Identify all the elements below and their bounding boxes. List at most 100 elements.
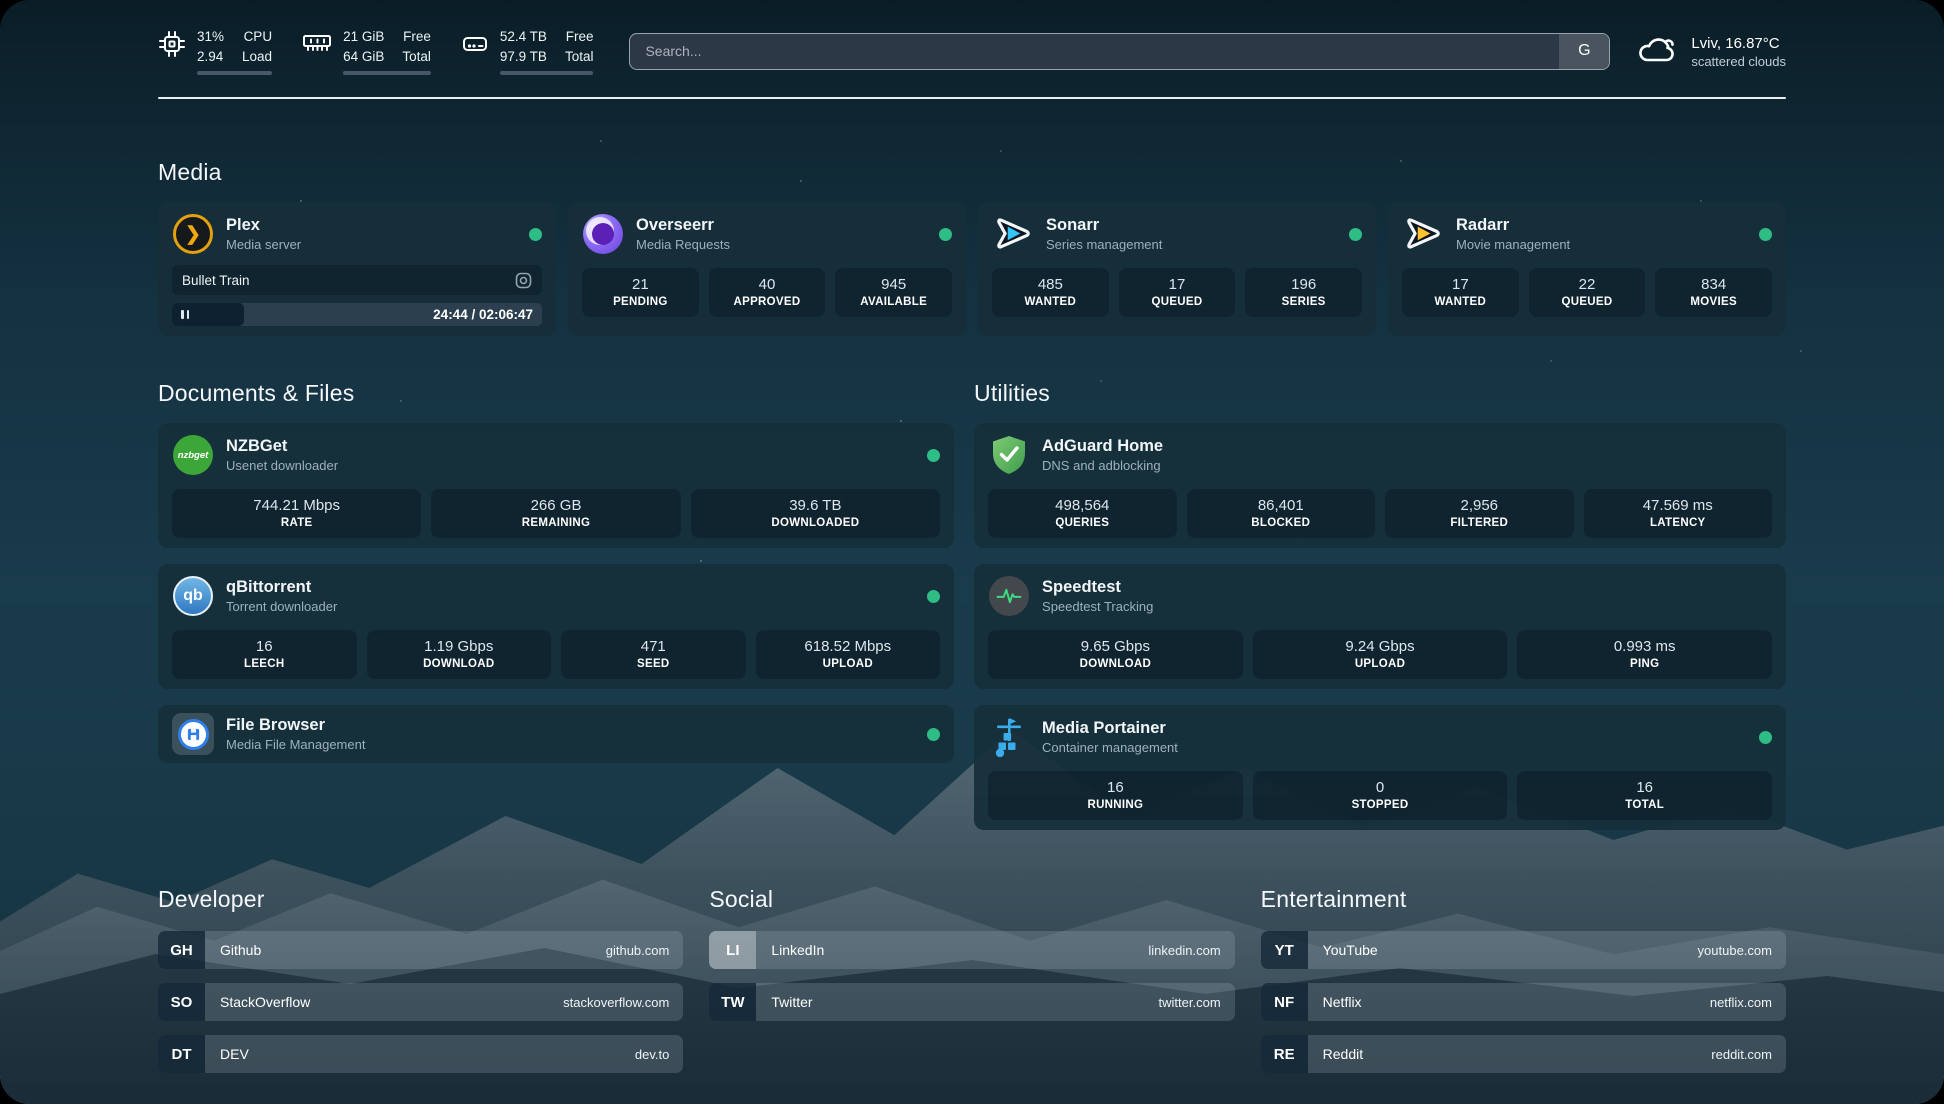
service-card-filebrowser[interactable]: File Browser Media File Management (158, 705, 954, 763)
dashboard-page: 31% CPU 2.94 Load 21 GiB Free (0, 0, 1944, 1104)
bookmark-abbr: NF (1261, 983, 1308, 1021)
stat-label: FILTERED (1391, 517, 1567, 529)
status-dot (1759, 731, 1772, 744)
cpu-icon (158, 27, 186, 63)
stat-value: 86,401 (1193, 497, 1370, 514)
stat-box: 0.993 ms PING (1517, 630, 1772, 679)
bookmark-abbr: SO (158, 983, 205, 1021)
stat-value: 17 (1408, 276, 1513, 293)
utilities-column: AdGuard Home DNS and adblocking 498,564 … (974, 423, 1786, 830)
section-title-documents: Documents & Files (158, 380, 954, 407)
bookmark-github[interactable]: GH Github github.com (158, 931, 683, 969)
stat-label: UPLOAD (1259, 658, 1502, 670)
disk-meter: 52.4 TB Free 97.9 TB Total (461, 27, 594, 75)
service-card-adguard[interactable]: AdGuard Home DNS and adblocking 498,564 … (974, 423, 1786, 548)
developer-bookmarks: GH Github github.com SO StackOverflow st… (158, 931, 683, 1073)
bookmark-dev[interactable]: DT DEV dev.to (158, 1035, 683, 1073)
bookmark-url: netflix.com (1710, 983, 1786, 1021)
section-title-media: Media (158, 159, 1786, 186)
section-title-utilities: Utilities (974, 380, 1786, 407)
disk-label-bottom: Total (565, 47, 594, 67)
stat-label: AVAILABLE (841, 296, 946, 308)
bookmark-abbr: GH (158, 931, 205, 969)
stat-box: 834 MOVIES (1655, 268, 1772, 317)
nzbget-header: nzbget NZBGet Usenet downloader (172, 433, 940, 477)
stat-value: 266 GB (437, 497, 674, 514)
speedtest-stats: 9.65 Gbps DOWNLOAD 9.24 Gbps UPLOAD 0.99… (988, 630, 1772, 679)
service-subtitle: Usenet downloader (226, 457, 338, 475)
stat-label: SERIES (1251, 296, 1356, 308)
disk-label-top: Free (565, 27, 594, 47)
section-title-developer: Developer (158, 886, 683, 913)
stat-box: 39.6 TB DOWNLOADED (691, 489, 940, 538)
stat-value: 834 (1661, 276, 1766, 293)
search-provider-button[interactable]: G (1559, 34, 1609, 69)
service-card-radarr[interactable]: Radarr Movie management 17 WANTED 22 QUE… (1388, 202, 1786, 336)
stat-label: LEECH (178, 658, 351, 670)
stat-value: 39.6 TB (697, 497, 934, 514)
service-card-qbittorrent[interactable]: qb qBittorrent Torrent downloader 16 LEE… (158, 564, 954, 689)
bookmark-name: Netflix (1308, 983, 1362, 1021)
stat-value: 498,564 (994, 497, 1170, 514)
ram-label-bottom: Total (402, 47, 431, 67)
bookmark-abbr: TW (709, 983, 756, 1021)
stat-box: 618.52 Mbps UPLOAD (756, 630, 941, 679)
stat-label: DOWNLOADED (697, 517, 934, 529)
adguard-header: AdGuard Home DNS and adblocking (988, 433, 1772, 477)
bookmark-headings-row: Developer Social Entertainment (158, 886, 1786, 913)
ram-icon (302, 27, 332, 59)
stat-value: 17 (1125, 276, 1230, 293)
service-card-portainer[interactable]: Media Portainer Container management 16 … (974, 705, 1786, 830)
memory-meter: 21 GiB Free 64 GiB Total (302, 27, 431, 75)
bookmark-name: Twitter (756, 983, 812, 1021)
stat-value: 22 (1535, 276, 1640, 293)
service-card-speedtest[interactable]: Speedtest Speedtest Tracking 9.65 Gbps D… (974, 564, 1786, 689)
service-subtitle: Media Requests (636, 236, 730, 254)
pause-button[interactable] (172, 303, 244, 326)
filebrowser-icon (172, 713, 214, 755)
stat-box: 16 RUNNING (988, 771, 1243, 820)
section-title-entertainment: Entertainment (1261, 886, 1786, 913)
bookmark-linkedin[interactable]: LI LinkedIn linkedin.com (709, 931, 1234, 969)
service-subtitle: DNS and adblocking (1042, 457, 1163, 475)
stat-box: 47.569 ms LATENCY (1584, 489, 1773, 538)
bookmark-reddit[interactable]: RE Reddit reddit.com (1261, 1035, 1786, 1073)
ram-progress-bar (343, 71, 431, 75)
bookmark-stackoverflow[interactable]: SO StackOverflow stackoverflow.com (158, 983, 683, 1021)
search-input[interactable] (630, 34, 1559, 69)
stat-box: 498,564 QUERIES (988, 489, 1176, 538)
stat-value: 945 (841, 276, 946, 293)
plex-icon: ❯ (172, 213, 214, 255)
bookmarks-grid: GH Github github.com SO StackOverflow st… (158, 931, 1786, 1104)
service-card-plex[interactable]: ❯ Plex Media server Bullet Train (158, 202, 556, 336)
stat-value: 485 (998, 276, 1103, 293)
cpu-label-top: CPU (242, 27, 272, 47)
cpu-progress-bar (197, 71, 272, 75)
header-divider (158, 97, 1786, 99)
ram-total-value: 64 GiB (343, 47, 384, 67)
stat-box: 0 STOPPED (1253, 771, 1508, 820)
status-dot (927, 590, 940, 603)
radarr-header: Radarr Movie management (1402, 212, 1772, 256)
bookmark-netflix[interactable]: NF Netflix netflix.com (1261, 983, 1786, 1021)
stat-value: 16 (1523, 779, 1766, 796)
stat-label: MOVIES (1661, 296, 1766, 308)
service-card-overseerr[interactable]: Overseerr Media Requests 21 PENDING 40 A… (568, 202, 966, 336)
bookmark-youtube[interactable]: YT YouTube youtube.com (1261, 931, 1786, 969)
service-card-sonarr[interactable]: Sonarr Series management 485 WANTED 17 Q… (978, 202, 1376, 336)
bookmark-twitter[interactable]: TW Twitter twitter.com (709, 983, 1234, 1021)
status-dot (1349, 228, 1362, 241)
service-card-nzbget[interactable]: nzbget NZBGet Usenet downloader 744.21 M… (158, 423, 954, 548)
service-name: Sonarr (1046, 215, 1162, 236)
cpu-label-bottom: Load (242, 47, 272, 67)
stat-label: UPLOAD (762, 658, 935, 670)
cpu-load-value: 2.94 (197, 47, 224, 67)
nzbget-stats: 744.21 Mbps RATE 266 GB REMAINING 39.6 T… (172, 489, 940, 538)
stat-label: QUERIES (994, 517, 1170, 529)
bookmark-name: StackOverflow (205, 983, 310, 1021)
sonarr-header: Sonarr Series management (992, 212, 1362, 256)
service-subtitle: Movie management (1456, 236, 1570, 254)
bookmark-name: Reddit (1308, 1035, 1363, 1073)
service-subtitle: Container management (1042, 739, 1178, 757)
service-subtitle: Speedtest Tracking (1042, 598, 1153, 616)
